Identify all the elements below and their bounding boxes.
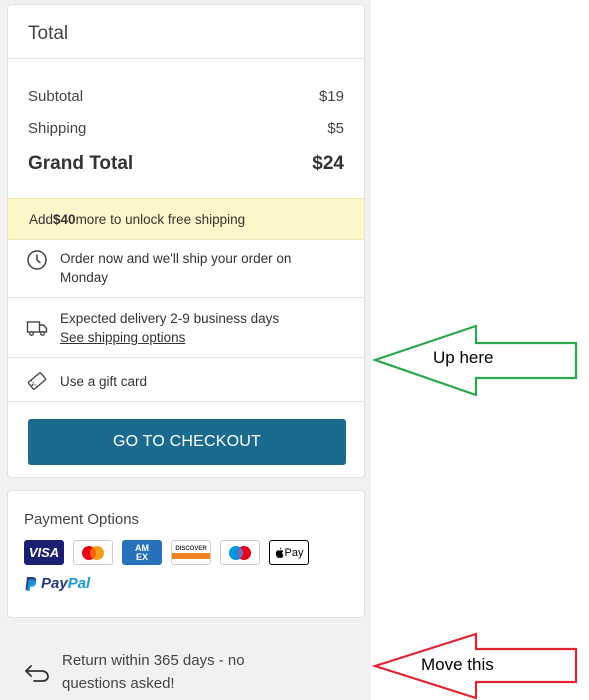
- divider: [8, 401, 364, 402]
- subtotal-row: Subtotal $19: [28, 88, 344, 105]
- delivery-text: Expected delivery 2-9 business days: [60, 311, 280, 326]
- promo-prefix: Add: [29, 211, 54, 227]
- delivery-truck-icon: [26, 321, 48, 336]
- shipping-value: $5: [327, 120, 344, 137]
- promo-suffix: more to unlock free shipping: [75, 211, 246, 227]
- maestro-icon: [220, 540, 260, 565]
- return-policy-line1: Return within 365 days - no: [62, 652, 245, 669]
- subtotal-value: $19: [318, 88, 344, 105]
- total-card: Total Subtotal $19 Shipping $5 Grand Tot…: [7, 4, 365, 478]
- free-shipping-banner: Add $40 more to unlock free shipping: [8, 198, 364, 240]
- subtotal-label: Subtotal: [28, 88, 84, 105]
- shipping-row: Shipping $5: [28, 120, 344, 137]
- gift-card-text: Use a gift card: [60, 373, 148, 389]
- return-policy-line2: questions asked!: [62, 675, 175, 692]
- return-policy: Return within 365 days - no questions as…: [23, 649, 245, 695]
- see-shipping-options-link[interactable]: See shipping options: [60, 330, 185, 345]
- ship-day-notice: Order now and we'll ship your order on M…: [26, 249, 352, 287]
- divider: [8, 58, 364, 59]
- divider: [8, 357, 364, 358]
- divider: [8, 297, 364, 298]
- return-arrow-icon: [25, 665, 49, 682]
- clock-icon: [27, 250, 47, 270]
- gift-card-icon: [27, 372, 47, 390]
- grand-total-value: $24: [312, 153, 344, 174]
- grand-total-label: Grand Total: [28, 153, 134, 174]
- gift-card-row[interactable]: Use a gift card: [26, 370, 352, 392]
- promo-amount: $40: [53, 211, 76, 227]
- move-this-label: Move this: [421, 655, 494, 674]
- grand-total-row: Grand Total $24: [28, 153, 344, 175]
- total-title: Total: [28, 23, 69, 44]
- go-to-checkout-button[interactable]: GO TO CHECKOUT: [28, 419, 346, 465]
- amex-icon: AM EX: [122, 540, 162, 565]
- apple-pay-icon: Pay: [269, 540, 309, 565]
- visa-icon: VISA: [24, 540, 64, 565]
- shipping-label: Shipping: [28, 120, 87, 137]
- ship-day-text: Order now and we'll ship your order on M…: [60, 251, 292, 285]
- payment-options-card: Payment Options VISA AM EX DISCOVER Pay …: [7, 490, 365, 618]
- discover-icon: DISCOVER: [171, 540, 211, 565]
- paypal-icon: Pay Pal: [24, 575, 90, 592]
- payment-options-title: Payment Options: [24, 511, 140, 528]
- mastercard-icon: [73, 540, 113, 565]
- payment-methods: VISA AM EX DISCOVER Pay: [24, 540, 309, 565]
- up-here-label: Up here: [433, 348, 494, 367]
- delivery-info: Expected delivery 2-9 business days See …: [26, 309, 352, 347]
- order-summary-panel: Total Subtotal $19 Shipping $5 Grand Tot…: [0, 0, 371, 700]
